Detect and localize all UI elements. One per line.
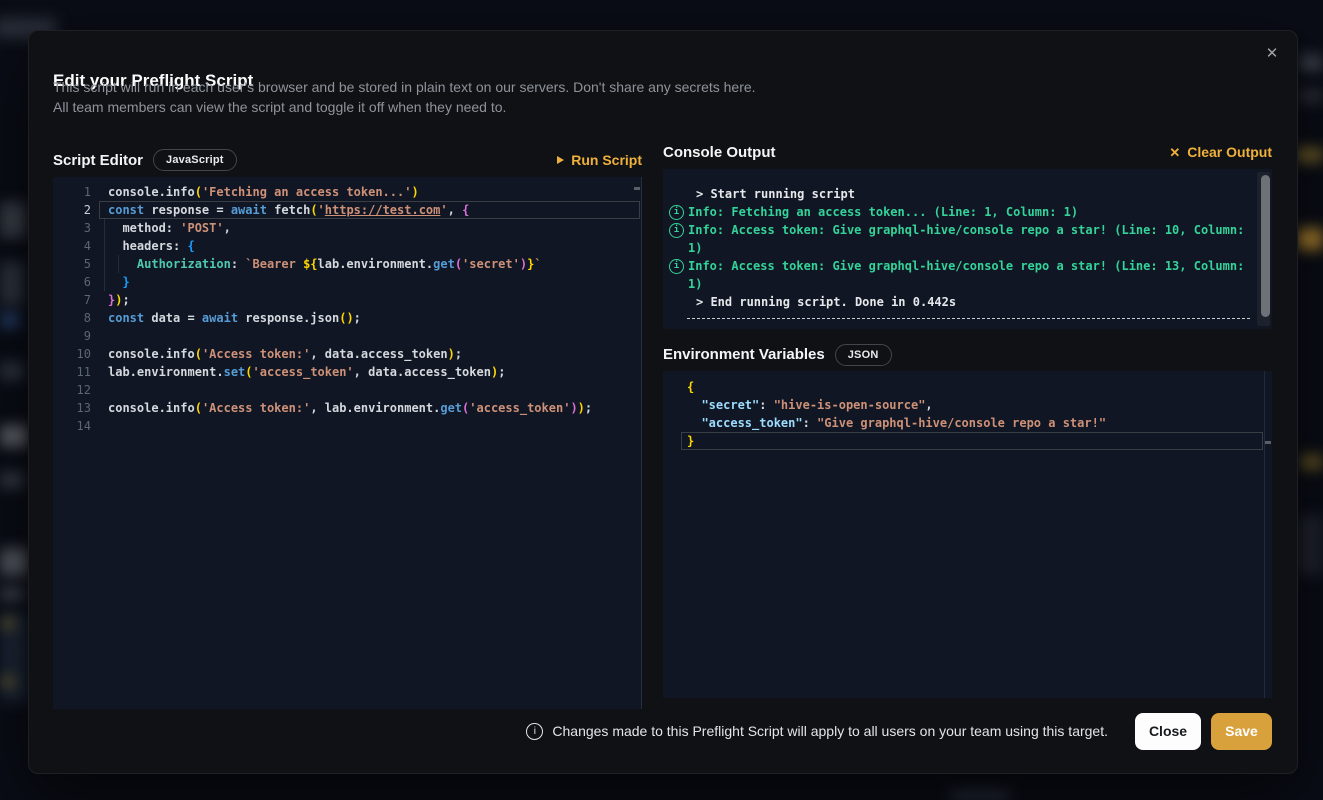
- modal-description-line2: All team members can view the script and…: [53, 97, 506, 117]
- console-separator: [687, 318, 1250, 319]
- console-row: i Info: Access token: Give graphql-hive/c…: [663, 257, 1272, 293]
- environment-variables-label: Environment Variables: [663, 346, 825, 363]
- info-circle-icon: i: [669, 223, 684, 238]
- run-script-button[interactable]: Run Script: [557, 152, 642, 168]
- code-line: "secret": "hive-is-open-source",: [663, 396, 1272, 414]
- backdrop-blur-blob: [0, 548, 28, 576]
- play-icon: [557, 156, 564, 164]
- code-line: 11lab.environment.set('access_token', da…: [53, 363, 641, 381]
- line-number: 4: [53, 237, 91, 255]
- console-row: i Info: Fetching an access token... (Line…: [663, 203, 1272, 221]
- preflight-script-modal: ✕ Edit your Preflight Script This script…: [28, 30, 1298, 774]
- overview-ruler-mark: [1265, 441, 1271, 444]
- console-scrollbar-thumb[interactable]: [1261, 175, 1270, 317]
- code-line: 14: [53, 417, 641, 435]
- script-editor-label: Script Editor: [53, 152, 143, 169]
- line-number: 2: [53, 201, 91, 219]
- console-output-label: Console Output: [663, 144, 776, 161]
- code-line: 3 method: 'POST',: [53, 219, 641, 237]
- backdrop-blur-blob: [1297, 228, 1323, 250]
- line-number: 14: [53, 417, 91, 435]
- code-line: {: [663, 378, 1272, 396]
- console-text: > End running script. Done in 0.442s: [688, 293, 956, 311]
- backdrop-blur-blob: [1300, 90, 1323, 102]
- backdrop-blur-blob: [0, 472, 24, 488]
- overview-ruler-mark: [634, 187, 640, 190]
- code-line: 7});: [53, 291, 641, 309]
- console-row: i> End running script. Done in 0.442s: [663, 293, 1272, 311]
- code-line: 4 headers: {: [53, 237, 641, 255]
- current-line-highlight: [99, 201, 640, 219]
- code-line: 10console.info('Access token:', data.acc…: [53, 345, 641, 363]
- run-script-label: Run Script: [571, 152, 642, 168]
- env-format-badge: JSON: [835, 344, 892, 366]
- console-text: Info: Access token: Give graphql-hive/co…: [688, 221, 1258, 257]
- script-editor-section: Script Editor JavaScript Run Script 1con…: [53, 143, 642, 709]
- backdrop-blur-blob: [3, 676, 14, 687]
- console-text: Info: Fetching an access token... (Line:…: [688, 203, 1078, 221]
- clear-output-label: Clear Output: [1187, 144, 1272, 160]
- info-circle-icon: i: [669, 205, 684, 220]
- code-line: "access_token": "Give graphql-hive/conso…: [663, 414, 1272, 432]
- line-number: 9: [53, 327, 91, 345]
- line-number: 3: [53, 219, 91, 237]
- line-number: 6: [53, 273, 91, 291]
- code-line: 1console.info('Fetching an access token.…: [53, 183, 641, 201]
- code-line: 12: [53, 381, 641, 399]
- environment-variables-editor[interactable]: { "secret": "hive-is-open-source", "acce…: [663, 371, 1272, 698]
- console-row: i Info: Access token: Give graphql-hive/c…: [663, 221, 1272, 257]
- line-number: 7: [53, 291, 91, 309]
- modal-description-line1: This script will run in each user's brow…: [53, 77, 756, 97]
- footer-note: Changes made to this Preflight Script wi…: [552, 723, 1108, 739]
- script-language-badge: JavaScript: [153, 149, 237, 171]
- backdrop-blur-blob: [0, 425, 28, 447]
- backdrop-blur-blob: [3, 618, 14, 629]
- line-number: 5: [53, 255, 91, 273]
- console-section: Console Output ✕ Clear Output i> Start r…: [663, 135, 1272, 698]
- editor-scrollbar-track: [1264, 371, 1265, 698]
- console-text: > Start running script: [688, 185, 855, 203]
- backdrop-blur-blob: [0, 202, 26, 238]
- close-icon[interactable]: ✕: [1261, 43, 1283, 65]
- indent-guide: [104, 219, 105, 291]
- backdrop-blur-blob: [0, 262, 24, 306]
- console-row: i> Start running script: [663, 185, 1272, 203]
- info-icon: i: [526, 723, 543, 740]
- code-line: 6 }: [53, 273, 641, 291]
- console-text: Info: Access token: Give graphql-hive/co…: [688, 257, 1258, 293]
- line-number: 12: [53, 381, 91, 399]
- clear-icon: ✕: [1169, 146, 1180, 159]
- backdrop-blur-blob: [1296, 148, 1323, 162]
- code-line: 8const data = await response.json();: [53, 309, 641, 327]
- line-number: 11: [53, 363, 91, 381]
- backdrop-blur-blob: [1300, 455, 1323, 469]
- info-circle-icon: i: [669, 259, 684, 274]
- backdrop-blur-blob: [1300, 55, 1323, 71]
- clear-output-button[interactable]: ✕ Clear Output: [1169, 144, 1272, 160]
- current-line-highlight: [681, 432, 1263, 450]
- backdrop-blur-blob: [0, 586, 24, 602]
- code-line: 9: [53, 327, 641, 345]
- backdrop-blur-blob: [0, 362, 24, 380]
- line-number: 10: [53, 345, 91, 363]
- line-number: 13: [53, 399, 91, 417]
- script-code-editor[interactable]: 1console.info('Fetching an access token.…: [53, 177, 642, 709]
- close-button[interactable]: Close: [1135, 713, 1201, 750]
- backdrop-blur-blob: [0, 312, 20, 328]
- indent-guide: [118, 255, 119, 273]
- backdrop-blur-blob: [1298, 515, 1323, 575]
- backdrop-blur-blob: [950, 790, 1010, 800]
- code-line: 13console.info('Access token:', lab.envi…: [53, 399, 641, 417]
- line-number: 8: [53, 309, 91, 327]
- modal-footer: i Changes made to this Preflight Script …: [53, 712, 1272, 750]
- save-button[interactable]: Save: [1211, 713, 1272, 750]
- code-line: 5 Authorization: `Bearer ${lab.environme…: [53, 255, 641, 273]
- console-output-panel: i> Start running scriptiInfo: Fetching a…: [663, 169, 1272, 329]
- line-number: 1: [53, 183, 91, 201]
